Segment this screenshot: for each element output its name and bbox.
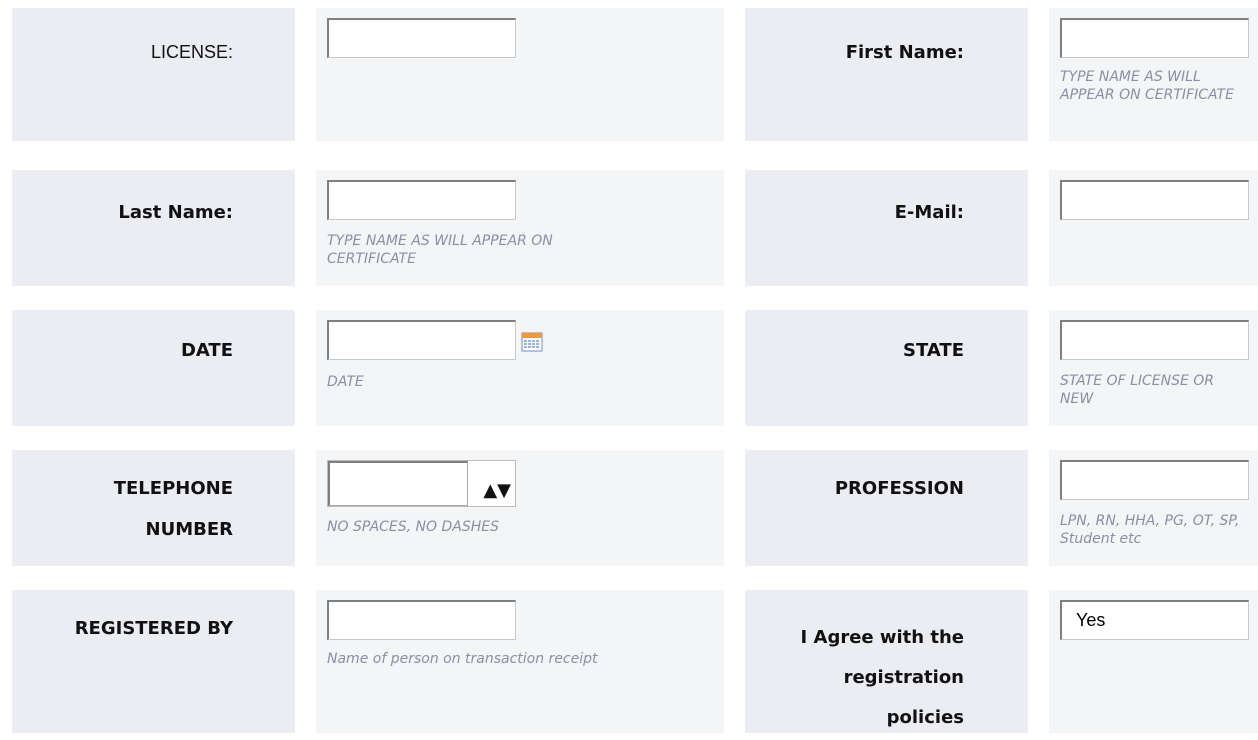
telephone-spinner: ▲▼ xyxy=(327,460,516,507)
telephone-label-cell: TELEPHONE NUMBER xyxy=(12,450,295,566)
email-input[interactable] xyxy=(1060,180,1249,220)
registered-by-label-cell: REGISTERED BY xyxy=(12,590,295,733)
registered-by-hint: Name of person on transaction receipt xyxy=(327,651,598,667)
first-name-label: First Name: xyxy=(845,42,964,63)
agree-input[interactable] xyxy=(1060,600,1249,640)
first-name-hint: TYPE NAME AS WILL APPEAR ON CERTIFICATE xyxy=(1060,69,1234,103)
license-label-cell: LICENSE: xyxy=(12,8,295,141)
date-input[interactable] xyxy=(327,320,516,360)
registered-by-label: REGISTERED BY xyxy=(74,618,233,639)
first-name-field-cell: TYPE NAME AS WILL APPEAR ON CERTIFICATE xyxy=(1049,8,1258,141)
telephone-label-line2: NUMBER xyxy=(145,519,233,540)
license-input[interactable] xyxy=(327,18,516,58)
date-label-cell: DATE xyxy=(12,310,295,426)
email-label: E-Mail: xyxy=(894,202,964,223)
date-hint: DATE xyxy=(327,374,364,390)
spinner-arrows-icon[interactable]: ▲▼ xyxy=(483,477,511,505)
agree-label-cell: I Agree with the registration policies xyxy=(745,590,1028,733)
license-field-cell xyxy=(316,8,724,141)
profession-label-cell: PROFESSION xyxy=(745,450,1028,566)
registered-by-field-cell: Name of person on transaction receipt xyxy=(316,590,724,733)
profession-label: PROFESSION xyxy=(834,478,964,499)
profession-hint: LPN, RN, HHA, PG, OT, SP, Student etc xyxy=(1060,513,1240,547)
license-label: LICENSE: xyxy=(150,42,233,62)
registered-by-input[interactable] xyxy=(327,600,516,640)
last-name-input[interactable] xyxy=(327,180,516,220)
agree-field-cell xyxy=(1049,590,1258,733)
profession-field-cell: LPN, RN, HHA, PG, OT, SP, Student etc xyxy=(1049,450,1258,566)
agree-label-line2: registration xyxy=(843,667,964,688)
last-name-field-cell: TYPE NAME AS WILL APPEAR ON CERTIFICATE xyxy=(316,170,724,286)
state-field-cell: STATE OF LICENSE OR NEW xyxy=(1049,310,1258,426)
date-label: DATE xyxy=(180,340,233,361)
email-field-cell xyxy=(1049,170,1258,286)
calendar-icon[interactable] xyxy=(521,332,543,352)
first-name-input[interactable] xyxy=(1060,18,1249,58)
telephone-label-line1: TELEPHONE xyxy=(113,478,233,499)
telephone-field-cell: ▲▼ NO SPACES, NO DASHES xyxy=(316,450,724,566)
state-label-cell: STATE xyxy=(745,310,1028,426)
agree-label-line1: I Agree with the xyxy=(800,627,964,648)
email-label-cell: E-Mail: xyxy=(745,170,1028,286)
agree-label-line3: policies xyxy=(886,707,964,728)
first-name-label-cell: First Name: xyxy=(745,8,1028,141)
last-name-label-cell: Last Name: xyxy=(12,170,295,286)
telephone-hint: NO SPACES, NO DASHES xyxy=(327,519,500,535)
state-input[interactable] xyxy=(1060,320,1249,360)
state-hint: STATE OF LICENSE OR NEW xyxy=(1060,373,1215,407)
date-field-cell: DATE xyxy=(316,310,724,426)
state-label: STATE xyxy=(903,340,964,361)
last-name-label: Last Name: xyxy=(118,202,233,223)
last-name-hint: TYPE NAME AS WILL APPEAR ON CERTIFICATE xyxy=(327,233,553,267)
profession-input[interactable] xyxy=(1060,460,1249,500)
telephone-input[interactable] xyxy=(328,461,468,506)
